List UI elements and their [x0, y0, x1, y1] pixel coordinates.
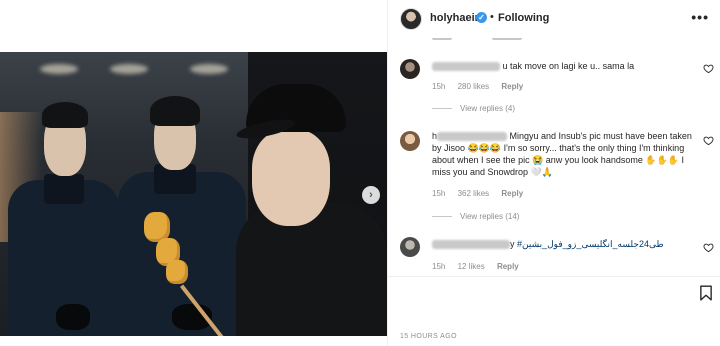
blurred-username[interactable] — [432, 240, 510, 250]
post-header: holyhaein ✓ • Following ••• — [388, 0, 720, 38]
comment-meta: 15h 280 likes Reply — [432, 82, 533, 91]
photo-left-panel — [0, 52, 248, 336]
comment-meta: 15h 362 likes Reply — [432, 189, 533, 198]
avatar[interactable] — [400, 59, 420, 79]
username-link[interactable]: holyhaein — [430, 12, 481, 24]
post-timestamp: 15 HOURS AGO — [400, 333, 457, 340]
more-icon[interactable]: ••• — [691, 9, 709, 25]
previous-comment-cutoff — [388, 38, 720, 46]
avatar[interactable] — [400, 237, 420, 257]
blurred-username[interactable] — [432, 62, 500, 72]
avatar[interactable] — [400, 131, 420, 151]
comment-likes[interactable]: 280 likes — [458, 82, 490, 91]
chevron-right-icon: › — [369, 189, 373, 201]
comment-text-start: y — [510, 239, 515, 249]
separator-dot: • — [490, 11, 494, 23]
next-photo-button[interactable]: › — [362, 186, 380, 204]
comment-likes[interactable]: 362 likes — [458, 189, 490, 198]
comment-age: 15h — [432, 189, 446, 198]
comment-age: 15h — [432, 82, 446, 91]
fried-food — [166, 260, 188, 284]
view-replies-label: View replies (14) — [460, 212, 520, 221]
post-side-panel: holyhaein ✓ • Following ••• u tak move o… — [387, 0, 720, 346]
hashtag-link[interactable]: #طی24جلسه_انگلیسی_زو_فول_بشین — [517, 239, 664, 249]
replies-divider — [432, 108, 452, 109]
ceiling-light — [110, 64, 148, 74]
heart-icon[interactable] — [703, 63, 714, 74]
view-replies-button[interactable]: View replies (14) — [432, 212, 519, 221]
person-collar — [44, 174, 84, 204]
ceiling-light — [190, 64, 228, 74]
ceiling-light — [40, 64, 78, 74]
view-replies-button[interactable]: View replies (4) — [432, 104, 515, 113]
heart-icon[interactable] — [703, 135, 714, 146]
reply-button[interactable]: Reply — [497, 262, 519, 271]
comment-meta: 15h 12 likes Reply — [432, 262, 529, 271]
avatar[interactable] — [400, 8, 422, 30]
bookmark-icon[interactable] — [699, 285, 713, 301]
comment-text: h Mingyu and Insub's pic must have been … — [432, 130, 700, 178]
person-coat — [236, 202, 387, 336]
comment-text: y #طی24جلسه_انگلیسی_زو_فول_بشین — [432, 238, 700, 250]
post-photo[interactable] — [0, 52, 387, 336]
following-button[interactable]: Following — [498, 12, 549, 24]
person-glove — [56, 304, 90, 330]
replies-divider — [432, 216, 452, 217]
reply-button[interactable]: Reply — [501, 82, 523, 91]
comment-likes[interactable]: 12 likes — [458, 262, 485, 271]
person-face — [252, 130, 330, 226]
comment-body: u tak move on lagi ke u.. sama la — [502, 61, 635, 71]
heart-icon[interactable] — [703, 242, 714, 253]
person-hair — [42, 102, 88, 128]
blurred-username[interactable] — [437, 132, 508, 142]
comment-age: 15h — [432, 262, 446, 271]
view-replies-label: View replies (4) — [460, 104, 515, 113]
person-hair — [150, 96, 200, 126]
reply-button[interactable]: Reply — [501, 189, 523, 198]
post-actions-bar — [388, 276, 720, 316]
comment-text: u tak move on lagi ke u.. sama la — [432, 60, 700, 72]
verified-badge-icon: ✓ — [476, 12, 487, 23]
post-media: › — [0, 0, 387, 346]
